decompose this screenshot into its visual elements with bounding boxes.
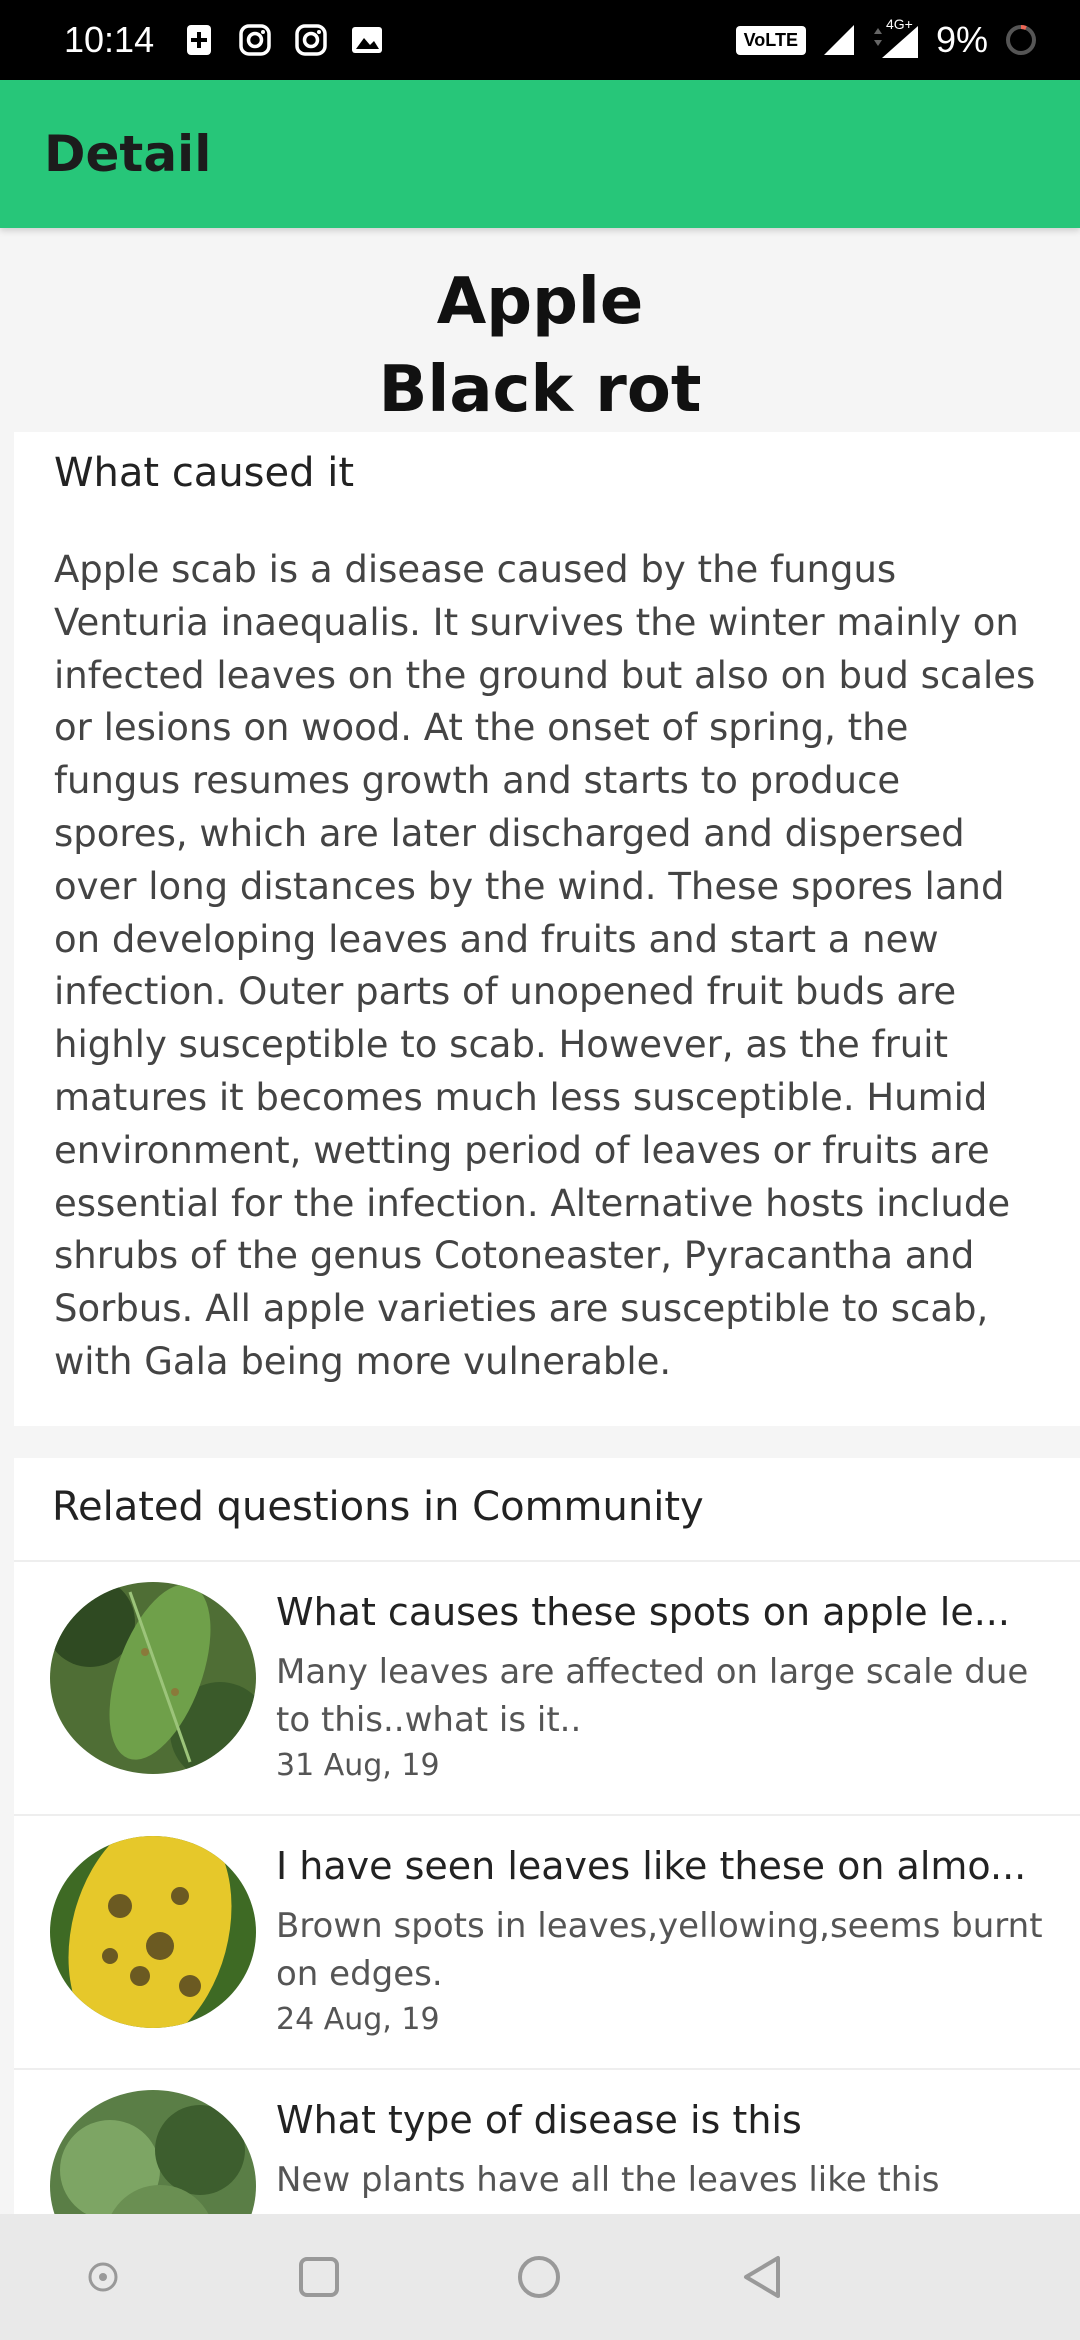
question-description: Many leaves are affected on large scale …: [276, 1652, 1029, 1740]
question-item[interactable]: I have seen leaves like these on almo...…: [14, 1816, 1080, 2068]
nav-recents-icon: [299, 2257, 339, 2297]
app-bar-title: Detail: [44, 125, 212, 183]
network-signal: 4G+: [872, 16, 920, 60]
signal-4g-icon: [873, 26, 918, 58]
crop-name: Apple: [436, 265, 644, 339]
question-title: What causes these spots on apple le...: [276, 1590, 1010, 1634]
status-time: 10:14: [64, 19, 155, 60]
question-thumbnail: [50, 1836, 256, 2028]
battery-percent: 9%: [935, 19, 988, 60]
question-description: Brown spots in leaves,yellowing,seems bu…: [276, 1906, 1043, 1994]
app-bar: Detail: [0, 80, 1080, 228]
question-thumbnail: [50, 1582, 256, 1774]
instagram-icon: [239, 24, 271, 56]
question-thumbnail: [50, 2090, 256, 2214]
nav-back-icon: [744, 2256, 780, 2298]
nav-assist-button[interactable]: [78, 2252, 128, 2302]
notification-icons: [182, 23, 384, 57]
question-title: I have seen leaves like these on almo...: [276, 1844, 1027, 1888]
nav-back-button[interactable]: [738, 2252, 788, 2302]
nav-recents-button[interactable]: [294, 2252, 344, 2302]
question-item[interactable]: What type of disease is this New plants …: [14, 2070, 1080, 2214]
question-title: What type of disease is this: [276, 2098, 802, 2142]
volte-badge: VoLTE: [735, 25, 806, 55]
nav-home-icon: [518, 2256, 560, 2298]
question-date: 24 Aug, 19: [276, 2002, 440, 2037]
status-right: VoLTE 4G+ 9%: [735, 16, 1038, 61]
signal-icon: [823, 25, 854, 55]
disease-title: Apple Black rot: [0, 258, 1080, 434]
nav-home-button[interactable]: [514, 2252, 564, 2302]
cause-description: Apple scab is a disease caused by the fu…: [54, 548, 1036, 1383]
plus-icon: [187, 25, 212, 55]
community-heading: Related questions in Community: [52, 1484, 704, 1530]
image-icon: [352, 27, 383, 53]
battery-icon: [1006, 25, 1036, 55]
cause-card: What caused it Apple scab is a disease c…: [14, 432, 1080, 1426]
instagram-icon: [295, 24, 327, 56]
question-item[interactable]: What causes these spots on apple le... M…: [14, 1562, 1080, 1814]
disease-name: Black rot: [378, 353, 702, 427]
navigation-bar: [0, 2214, 1080, 2340]
community-card: Related questions in Community What caus…: [14, 1458, 1080, 2214]
question-date: 31 Aug, 19: [276, 1748, 440, 1783]
nav-dot-icon: [88, 2262, 118, 2292]
status-bar: 10:14 VoLTE 4G+ 9%: [0, 0, 1080, 80]
cause-heading: What caused it: [54, 450, 355, 496]
question-description: New plants have all the leaves like this: [276, 2160, 940, 2200]
